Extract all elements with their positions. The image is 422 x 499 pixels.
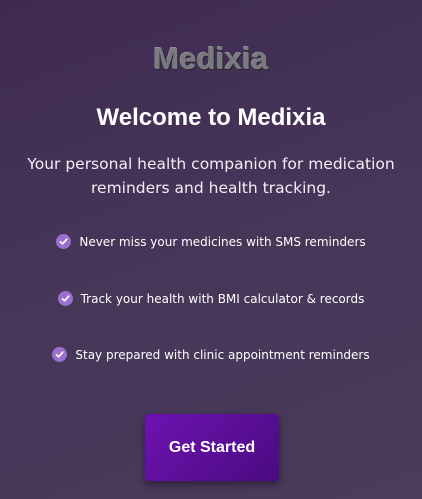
app-logo: Medixia bbox=[153, 41, 269, 76]
welcome-screen: Medixia Welcome to Medixia Your personal… bbox=[0, 0, 422, 499]
check-circle-icon bbox=[52, 347, 68, 362]
welcome-title: Welcome to Medixia bbox=[96, 104, 326, 131]
feature-text: Track your health with BMI calculator & … bbox=[80, 291, 365, 306]
get-started-button[interactable]: Get Started bbox=[145, 414, 279, 481]
check-circle-icon bbox=[56, 234, 72, 249]
feature-item-appointment-reminders: Stay prepared with clinic appointment re… bbox=[0, 347, 422, 362]
feature-item-sms-reminders: Never miss your medicines with SMS remin… bbox=[0, 234, 422, 249]
feature-item-bmi-tracking: Track your health with BMI calculator & … bbox=[0, 291, 422, 306]
feature-text: Stay prepared with clinic appointment re… bbox=[75, 347, 370, 362]
check-circle-icon bbox=[57, 291, 73, 306]
welcome-subtitle: Your personal health companion for medic… bbox=[27, 155, 395, 197]
feature-text: Never miss your medicines with SMS remin… bbox=[79, 234, 366, 249]
